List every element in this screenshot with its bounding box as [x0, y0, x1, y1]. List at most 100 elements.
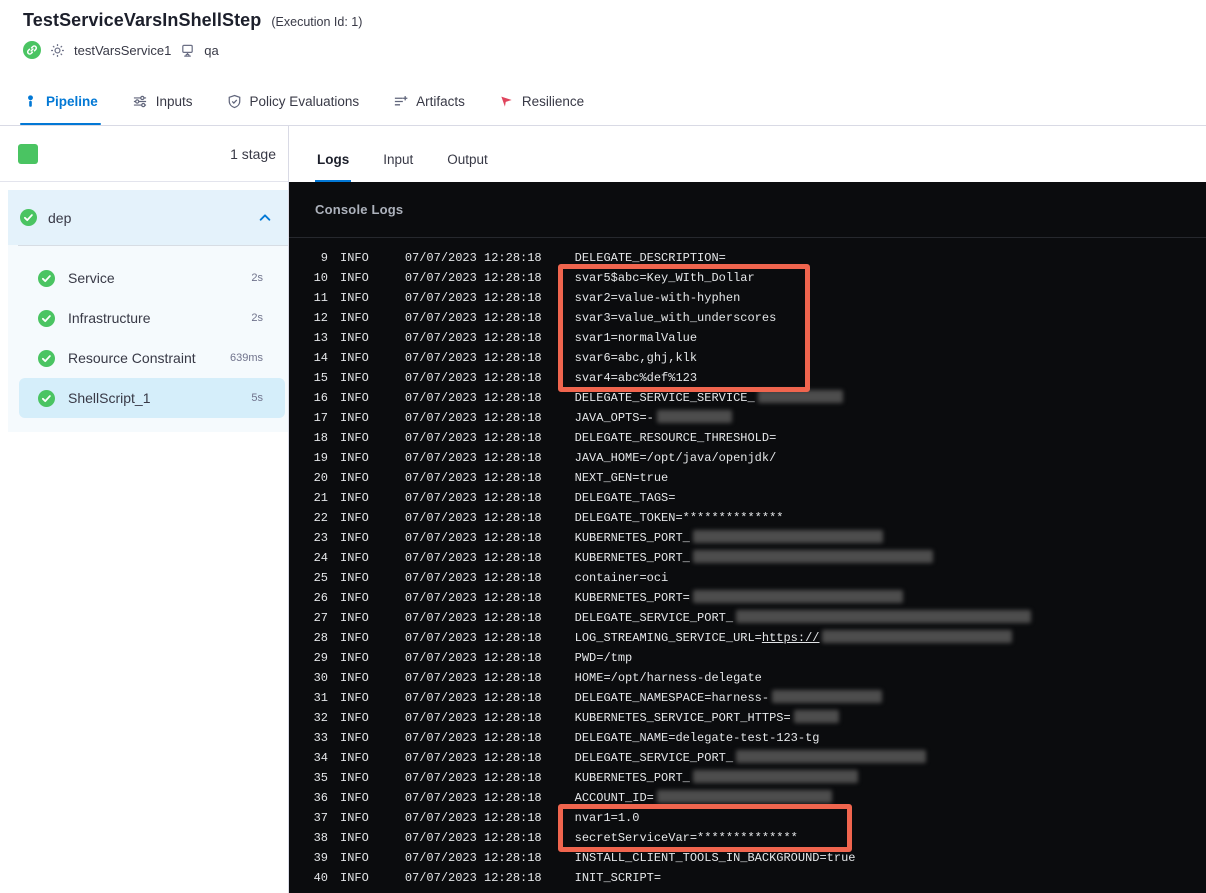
step-infrastructure[interactable]: Infrastructure 2s	[19, 298, 285, 338]
log-level: INFO	[340, 271, 369, 285]
log-line: 32 INFO 07/07/2023 12:28:18 KUBERNETES_SERV…	[289, 708, 1206, 728]
artifacts-icon	[393, 94, 408, 109]
log-timestamp: 07/07/2023 12:28:18	[404, 371, 542, 385]
log-level: INFO	[340, 451, 369, 465]
environment-icon	[180, 43, 195, 58]
log-line-number: 36	[313, 791, 328, 805]
console-log-panel: Console Logs 9 INFO 07/07/2023 12:28:18 DEL…	[289, 182, 1206, 893]
environment-name[interactable]: qa	[204, 43, 218, 58]
step-duration: 2s	[251, 312, 263, 324]
execution-detail-pane: Logs Input Output Console Logs 9 INFO 07/07/…	[289, 126, 1206, 893]
log-line: 26 INFO 07/07/2023 12:28:18 KUBERNETES_PORT…	[289, 588, 1206, 608]
log-url-link[interactable]: https://	[762, 631, 820, 645]
log-line-number: 39	[313, 851, 328, 865]
log-level: INFO	[340, 351, 369, 365]
stage-sidebar: 1 stage dep Service 2s Infrastructure 2s Res…	[0, 126, 289, 893]
step-list: Service 2s Infrastructure 2s Resource Constr…	[8, 246, 288, 418]
step-duration: 639ms	[229, 352, 263, 364]
log-level: INFO	[340, 491, 369, 505]
log-level: INFO	[340, 571, 369, 585]
tab-label: Resilience	[521, 94, 585, 109]
log-line-number: 25	[313, 571, 328, 585]
log-line-number: 33	[313, 731, 328, 745]
log-level: INFO	[340, 751, 369, 765]
pipeline-success-icon	[23, 41, 41, 59]
log-message: LOG_STREAMING_SERVICE_URL=https://	[575, 628, 1013, 648]
log-line: 33 INFO 07/07/2023 12:28:18 DELEGATE_NAME=d…	[289, 728, 1206, 748]
log-tab-logs[interactable]: Logs	[315, 152, 352, 182]
log-line-number: 20	[313, 471, 328, 485]
log-timestamp: 07/07/2023 12:28:18	[404, 691, 542, 705]
log-level: INFO	[340, 251, 369, 265]
gear-icon	[50, 43, 65, 58]
tab-artifacts[interactable]: Artifacts	[393, 78, 465, 125]
step-shellscript-1[interactable]: ShellScript_1 5s	[19, 378, 285, 418]
log-line: 40 INFO 07/07/2023 12:28:18 INIT_SCRIPT=	[289, 868, 1206, 888]
log-tabstrip: Logs Input Output	[289, 126, 1206, 182]
log-timestamp: 07/07/2023 12:28:18	[404, 871, 542, 885]
log-timestamp: 07/07/2023 12:28:18	[404, 611, 542, 625]
log-message: KUBERNETES_PORT=	[575, 588, 903, 608]
log-line-number: 32	[313, 711, 328, 725]
tab-inputs[interactable]: Inputs	[132, 78, 193, 125]
log-timestamp: 07/07/2023 12:28:18	[404, 491, 542, 505]
check-circle-icon	[38, 309, 55, 327]
log-line-number: 14	[313, 351, 328, 365]
log-message: HOME=/opt/harness-delegate	[574, 671, 762, 685]
log-line-number: 22	[313, 511, 328, 525]
log-level: INFO	[340, 391, 369, 405]
log-level: INFO	[340, 831, 369, 845]
log-line-number: 13	[313, 331, 328, 345]
redacted-text	[692, 530, 883, 543]
log-level: INFO	[340, 291, 369, 305]
service-name[interactable]: testVarsService1	[74, 43, 171, 58]
log-line: 22 INFO 07/07/2023 12:28:18 DELEGATE_TOKEN=…	[289, 508, 1206, 528]
tab-label: Artifacts	[416, 94, 465, 109]
tab-policy-evaluations[interactable]: Policy Evaluations	[227, 78, 360, 125]
step-label: Resource Constraint	[68, 350, 196, 366]
pipeline-icon	[23, 94, 38, 109]
tab-label: Policy Evaluations	[249, 94, 360, 109]
tab-resilience[interactable]: Resilience	[499, 78, 584, 125]
log-tab-input[interactable]: Input	[381, 152, 415, 182]
log-line-number: 34	[313, 751, 328, 765]
log-timestamp: 07/07/2023 12:28:18	[404, 771, 542, 785]
execution-id-label: (Execution Id: 1)	[271, 15, 363, 29]
log-timestamp: 07/07/2023 12:28:18	[404, 411, 542, 425]
log-level: INFO	[340, 691, 369, 705]
log-line-number: 15	[313, 371, 328, 385]
check-circle-icon	[38, 389, 55, 407]
tab-pipeline[interactable]: Pipeline	[20, 78, 101, 125]
stage-group-dep[interactable]: dep	[8, 190, 288, 245]
log-timestamp: 07/07/2023 12:28:18	[404, 731, 542, 745]
redacted-text	[692, 590, 903, 603]
log-timestamp: 07/07/2023 12:28:18	[404, 571, 542, 585]
redacted-text	[656, 410, 732, 423]
log-level: INFO	[340, 471, 369, 485]
stage-summary-bar[interactable]: 1 stage	[0, 126, 288, 182]
log-level: INFO	[340, 371, 369, 385]
log-level: INFO	[340, 431, 369, 445]
log-message: KUBERNETES_PORT_	[575, 768, 858, 788]
log-message: PWD=/tmp	[574, 651, 633, 665]
inputs-icon	[132, 94, 148, 109]
log-line: 28 INFO 07/07/2023 12:28:18 LOG_STREAMING_S…	[289, 628, 1206, 648]
chevron-up-icon[interactable]	[258, 211, 272, 225]
divider	[289, 237, 1206, 238]
step-service[interactable]: Service 2s	[19, 258, 285, 298]
log-line-number: 18	[313, 431, 328, 445]
step-duration: 2s	[251, 272, 263, 284]
log-line-number: 24	[313, 551, 328, 565]
log-level: INFO	[340, 311, 369, 325]
log-message: DELEGATE_RESOURCE_THRESHOLD=	[574, 431, 777, 445]
log-tab-output[interactable]: Output	[445, 152, 490, 182]
log-level: INFO	[340, 851, 369, 865]
log-line-number: 19	[313, 451, 328, 465]
tab-label: Inputs	[155, 94, 193, 109]
step-label: Infrastructure	[68, 310, 151, 326]
log-line-number: 26	[313, 591, 328, 605]
log-line-number: 31	[313, 691, 328, 705]
log-level: INFO	[340, 511, 369, 525]
step-resource-constraint[interactable]: Resource Constraint 639ms	[19, 338, 285, 378]
resilience-icon	[499, 94, 514, 109]
